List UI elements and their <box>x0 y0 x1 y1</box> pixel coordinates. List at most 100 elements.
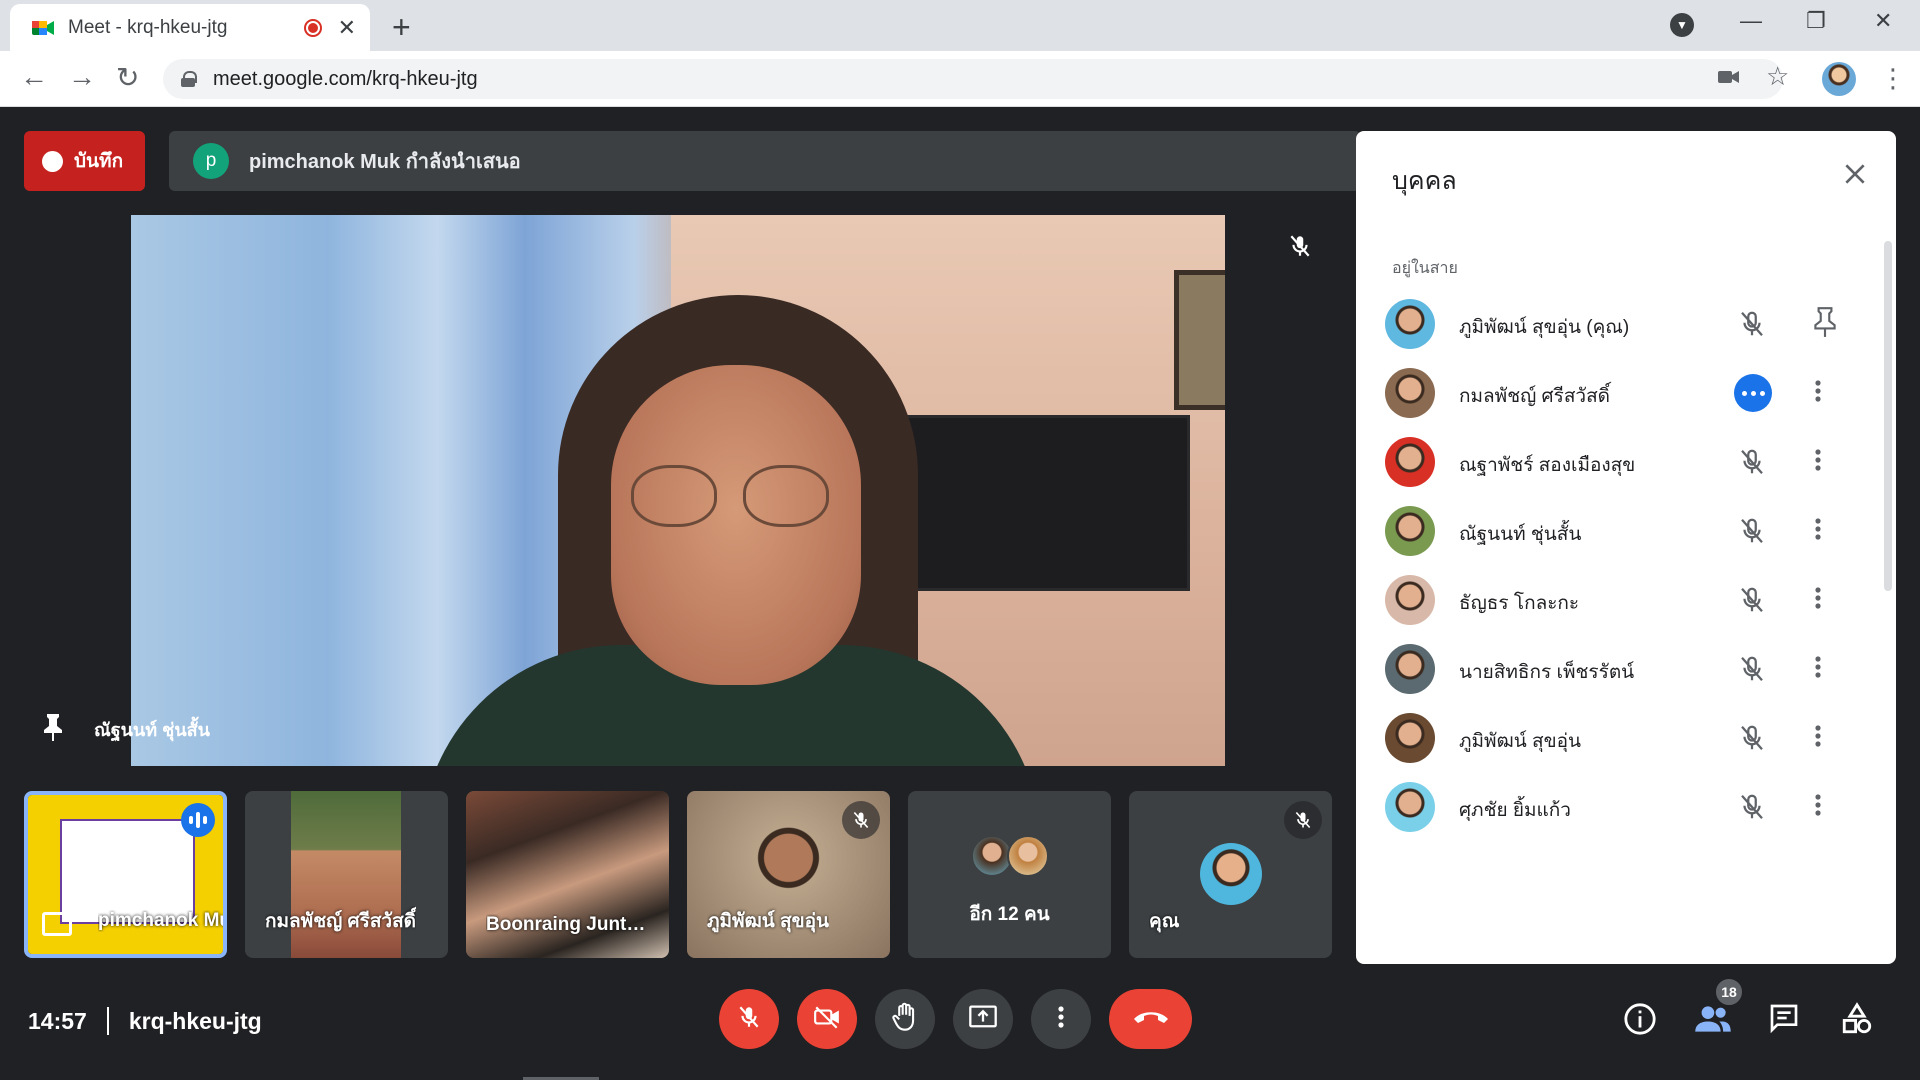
meeting-code: krq-hkeu-jtg <box>128 1007 262 1034</box>
tile-mic-off-icon <box>1284 801 1322 839</box>
panel-title: บุคคล <box>1392 167 1457 195</box>
participant-avatar <box>1385 575 1435 625</box>
people-icon[interactable] <box>1694 1004 1732 1039</box>
participant-avatar <box>1385 368 1435 418</box>
camera-off-icon <box>813 1004 841 1035</box>
presenter-avatar: p <box>193 143 229 179</box>
profile-avatar[interactable] <box>1822 62 1856 96</box>
pinned-participant-video[interactable] <box>131 215 1225 766</box>
main-video-mic-off-icon <box>1287 233 1313 264</box>
mic-off-icon[interactable] <box>1737 516 1767 551</box>
tile-participant[interactable]: ภูมิพัฒน์ สุขอุ่น <box>687 791 890 958</box>
mic-off-icon[interactable] <box>1737 792 1767 827</box>
more-avatar <box>1007 835 1049 877</box>
tile-participant[interactable]: Boonraing Junthong <box>466 791 669 958</box>
participant-row[interactable]: ศุภชัย ยิ้มแก้ว <box>1356 765 1896 849</box>
participant-glasses <box>631 465 831 527</box>
tile-presentation[interactable]: pimchanok Muk <box>24 791 227 958</box>
activities-icon[interactable] <box>1840 1002 1874 1041</box>
back-icon[interactable]: ← <box>20 61 48 93</box>
participant-avatar <box>1385 506 1435 556</box>
meet-stage: บันทึก p pimchanok Muk กำลังนำเสนอ ณัฐนน… <box>0 107 1920 1080</box>
leave-call-button[interactable] <box>1109 989 1192 1049</box>
mic-off-icon[interactable] <box>1737 585 1767 620</box>
more-options-icon[interactable] <box>1814 792 1822 823</box>
more-options-icon[interactable] <box>1814 723 1822 754</box>
self-avatar <box>1200 843 1262 905</box>
record-dot-icon <box>42 150 63 172</box>
mic-off-icon[interactable] <box>1737 723 1767 758</box>
slide-certificate <box>60 819 195 924</box>
participant-name: กมลพัชญ์ ศรีสวัสดิ์ <box>1459 386 1611 407</box>
restore-icon[interactable]: ❐ <box>1806 8 1826 34</box>
bookmark-star-icon[interactable]: ☆ <box>1766 61 1789 92</box>
tile-participant[interactable]: กมลพัชญ์ ศรีสวัสดิ์ <box>245 791 448 958</box>
participant-avatar <box>1385 644 1435 694</box>
more-vert-icon <box>1057 1005 1065 1034</box>
mic-toggle-button[interactable] <box>719 989 779 1049</box>
tile-label: กมลพัชญ์ ศรีสวัสดิ์ <box>265 911 417 932</box>
mic-off-icon[interactable] <box>1737 654 1767 689</box>
meet-favicon-icon <box>32 19 54 37</box>
recording-label: บันทึก <box>74 151 124 172</box>
tile-mic-off-icon <box>842 801 880 839</box>
close-panel-icon[interactable] <box>1842 161 1868 192</box>
participant-count-badge: 18 <box>1714 977 1744 1007</box>
participant-avatar <box>1385 782 1435 832</box>
more-options-icon[interactable] <box>1814 447 1822 478</box>
more-options-icon[interactable] <box>1814 585 1822 616</box>
raise-hand-button[interactable] <box>875 989 935 1049</box>
address-bar[interactable]: meet.google.com/krq-hkeu-jtg <box>163 59 1783 99</box>
in-call-section-label: อยู่ในสาย <box>1392 260 1458 277</box>
pin-icon <box>42 712 64 747</box>
tile-label: Boonraing Junthong <box>486 914 656 935</box>
new-tab-button[interactable]: + <box>392 9 411 46</box>
reload-icon[interactable]: ↻ <box>116 61 139 94</box>
presenting-text: pimchanok Muk กำลังนำเสนอ <box>249 151 521 173</box>
more-options-icon[interactable] <box>1814 516 1822 547</box>
meeting-info: 14:57 krq-hkeu-jtg <box>28 1007 262 1035</box>
meeting-time: 14:57 <box>28 1007 87 1034</box>
participant-name: ณฐาพัชร์ สองเมืองสุข <box>1459 455 1636 476</box>
participant-name: ภูมิพัฒน์ สุขอุ่น (คุณ) <box>1459 317 1630 338</box>
camera-toggle-button[interactable] <box>797 989 857 1049</box>
hang-up-icon <box>1132 1009 1170 1030</box>
participant-avatar <box>1385 299 1435 349</box>
tab-close-icon[interactable]: ✕ <box>338 15 356 41</box>
participant-face <box>611 365 861 685</box>
presentation-icon <box>42 912 72 936</box>
participant-name: ศุภชัย ยิ้มแก้ว <box>1459 800 1571 821</box>
wall-picture <box>1174 270 1225 410</box>
forward-icon[interactable]: → <box>68 61 96 93</box>
participant-name: ธัญธร โกละกะ <box>1459 593 1580 614</box>
minimize-icon[interactable]: — <box>1740 8 1762 34</box>
mic-off-icon[interactable] <box>1737 447 1767 482</box>
participant-name: ณัฐนนท์ ชุ่นสั้น <box>1459 524 1582 545</box>
tab-search-icon[interactable]: ▼ <box>1670 13 1694 37</box>
recording-indicator-icon <box>303 18 322 37</box>
window-close-icon[interactable]: ✕ <box>1874 8 1892 34</box>
pinned-name-label: ณัฐนนท์ ชุ่นสั้น <box>42 712 210 747</box>
more-options-icon[interactable] <box>1814 378 1822 409</box>
presentation-banner: p pimchanok Muk กำลังนำเสนอ <box>169 131 1361 191</box>
pin-icon[interactable] <box>1813 306 1837 343</box>
browser-menu-icon[interactable]: ⋮ <box>1880 63 1906 94</box>
divider <box>106 1007 109 1035</box>
tile-label: pimchanok Muk <box>98 910 223 931</box>
browser-tab[interactable]: Meet - krq-hkeu-jtg ✕ <box>10 4 370 51</box>
tile-label: ภูมิพัฒน์ สุขอุ่น <box>707 911 829 932</box>
chat-icon[interactable] <box>1767 1002 1801 1039</box>
present-now-button[interactable] <box>953 989 1013 1049</box>
more-options-icon[interactable] <box>1814 654 1822 685</box>
participant-name: นายสิทธิกร เพ็ชรรัตน์ <box>1459 662 1635 683</box>
lock-icon <box>181 71 197 87</box>
camera-permission-icon[interactable] <box>1718 65 1740 91</box>
tile-more-participants[interactable]: อีก 12 คน <box>908 791 1111 958</box>
more-options-button[interactable] <box>1031 989 1091 1049</box>
meeting-details-icon[interactable] <box>1623 1002 1657 1041</box>
mic-off-icon[interactable] <box>1737 309 1767 344</box>
tab-title: Meet - krq-hkeu-jtg <box>68 16 228 38</box>
recording-button[interactable]: บันทึก <box>24 131 145 191</box>
more-participants-label: อีก 12 คน <box>969 904 1050 925</box>
tile-self[interactable]: คุณ <box>1129 791 1332 958</box>
